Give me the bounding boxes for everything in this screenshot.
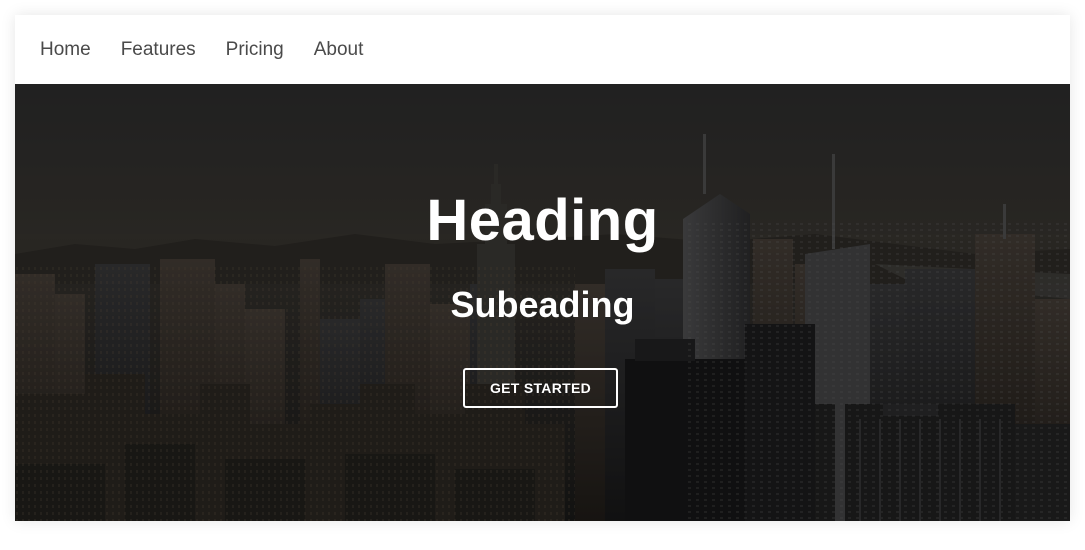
hero-subheading: Subeading (450, 284, 635, 325)
nav-link-pricing[interactable]: Pricing (226, 39, 284, 61)
hero-heading: Heading (426, 188, 659, 253)
nav-link-features[interactable]: Features (121, 39, 196, 61)
top-navbar: Home Features Pricing About (15, 15, 1070, 84)
nav-link-about[interactable]: About (314, 39, 364, 61)
hero-content: Heading Subeading GET STARTED (15, 84, 1070, 521)
nav-link-home[interactable]: Home (40, 39, 91, 61)
hero-section: Heading Subeading GET STARTED (15, 84, 1070, 521)
get-started-button[interactable]: GET STARTED (463, 368, 618, 408)
page-frame: Home Features Pricing About Heading Sube… (15, 15, 1070, 521)
